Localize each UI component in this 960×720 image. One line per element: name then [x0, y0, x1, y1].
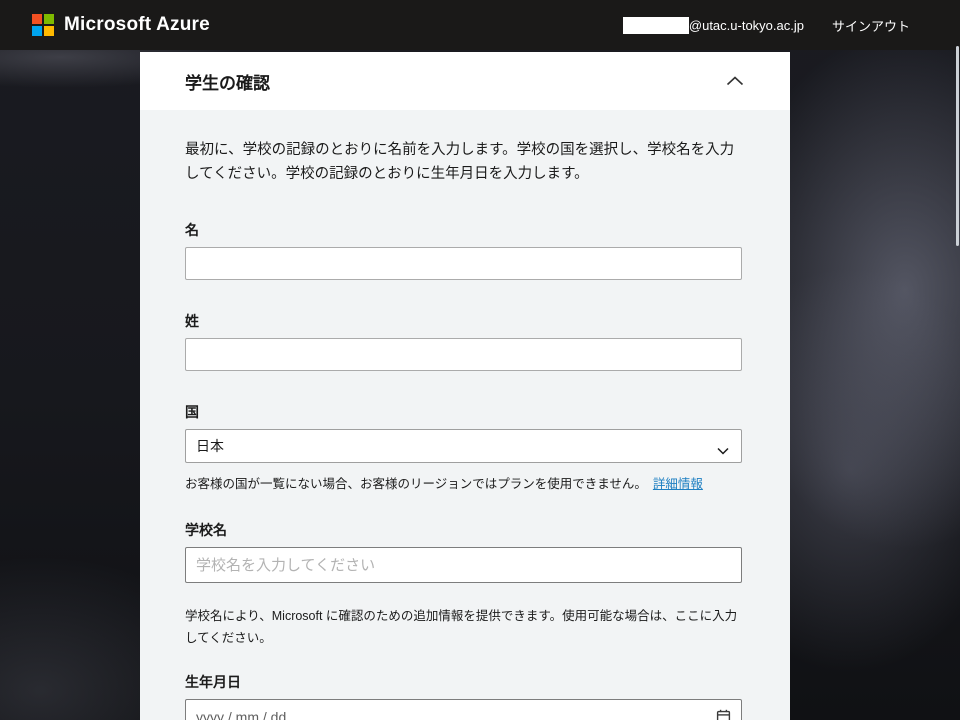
school-field-group: 学校名	[185, 520, 742, 583]
school-name-input[interactable]	[185, 547, 742, 583]
chevron-up-icon[interactable]	[726, 76, 744, 86]
redacted-username	[623, 17, 689, 34]
panel-body: 最初に、学校の記録のとおりに名前を入力します。学校の国を選択し、学校名を入力して…	[140, 110, 790, 720]
panel-title: 学生の確認	[185, 69, 270, 94]
account-email: @utac.u-tokyo.ac.jp	[623, 17, 804, 34]
birth-date-wrap	[185, 699, 742, 720]
last-name-label: 姓	[185, 311, 742, 331]
country-label: 国	[185, 402, 742, 422]
birth-date-field-group: 生年月日	[185, 672, 742, 720]
country-select[interactable]: 日本	[185, 429, 742, 463]
logo-square-blue	[32, 26, 42, 36]
country-select-wrap: 日本	[185, 429, 742, 463]
first-name-label: 名	[185, 220, 742, 240]
birth-date-label: 生年月日	[185, 672, 742, 692]
brand-text: Microsoft Azure	[64, 14, 210, 36]
country-helper-label: お客様の国が一覧にない場合、お客様のリージョンではプランを使用できません。	[185, 477, 647, 491]
scrollbar-thumb[interactable]	[956, 46, 959, 246]
student-verification-panel: 学生の確認 最初に、学校の記録のとおりに名前を入力します。学校の国を選択し、学校…	[140, 52, 790, 720]
account-area: @utac.u-tokyo.ac.jp サインアウト	[623, 16, 910, 35]
first-name-field-group: 名	[185, 220, 742, 280]
topbar: Microsoft Azure @utac.u-tokyo.ac.jp サインア…	[0, 0, 960, 50]
last-name-field-group: 姓	[185, 311, 742, 371]
first-name-input[interactable]	[185, 247, 742, 280]
school-name-label: 学校名	[185, 520, 742, 540]
intro-text: 最初に、学校の記録のとおりに名前を入力します。学校の国を選択し、学校名を入力して…	[185, 138, 742, 186]
country-helper-text: お客様の国が一覧にない場合、お客様のリージョンではプランを使用できません。詳細情…	[185, 474, 742, 494]
microsoft-logo-icon	[32, 14, 54, 36]
logo-square-red	[32, 14, 42, 24]
panel-header[interactable]: 学生の確認	[140, 52, 790, 110]
account-domain: @utac.u-tokyo.ac.jp	[689, 18, 804, 33]
country-field-group: 国 日本 お客様の国が一覧にない場合、お客様のリージョンではプランを使用できませ…	[185, 402, 742, 494]
more-info-link[interactable]: 詳細情報	[653, 477, 703, 491]
logo-square-yellow	[44, 26, 54, 36]
azure-brand: Microsoft Azure	[32, 14, 210, 36]
birth-date-input[interactable]	[185, 699, 742, 720]
logo-square-green	[44, 14, 54, 24]
last-name-input[interactable]	[185, 338, 742, 371]
school-helper-text: 学校名により、Microsoft に確認のための追加情報を提供できます。使用可能…	[185, 605, 742, 649]
signout-button[interactable]: サインアウト	[832, 16, 910, 35]
